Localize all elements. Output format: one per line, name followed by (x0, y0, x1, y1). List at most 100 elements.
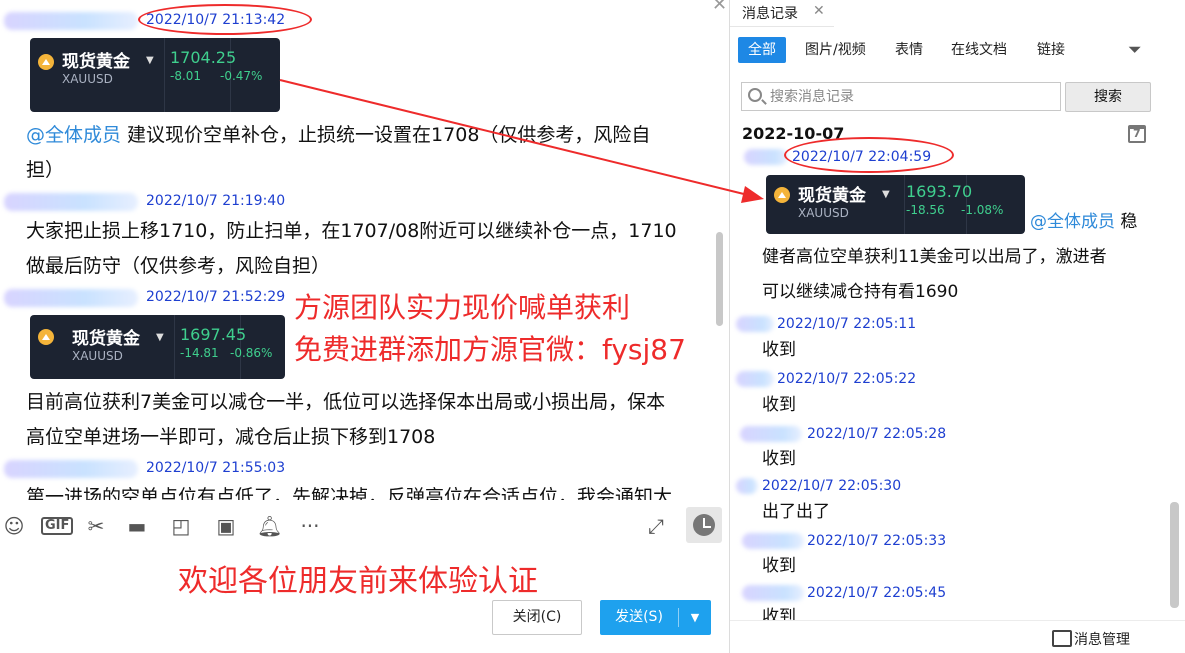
clock-icon (693, 514, 715, 536)
sender-name-blurred (4, 193, 138, 211)
message-timestamp: 2022/10/7 22:05:45 (807, 585, 947, 601)
dropdown-triangle-icon: ▼ (882, 189, 890, 200)
message-text: 目前高位获利7美金可以减仓一半，低位可以选择保本出局或小损出局，保本 (26, 391, 666, 413)
tab-message-history[interactable]: 消息记录 (742, 3, 798, 23)
sender-name-blurred (4, 12, 138, 30)
sender-name-blurred (736, 371, 774, 387)
more-icon[interactable]: ··· (296, 514, 324, 538)
message-text: 第一进场的空单点位有点低了，先解决掉，反弹高位在合适点位，我会通知大 (26, 486, 673, 500)
sender-name-blurred (4, 289, 138, 307)
quote-code: XAUUSD (62, 72, 113, 86)
quote-change-pct: -1.08% (961, 203, 1004, 217)
message-management-button[interactable]: 消息管理 (1052, 629, 1130, 649)
search-input[interactable] (770, 85, 1056, 108)
message-text: @全体成员 稳 (1030, 212, 1138, 232)
message-list[interactable]: 2022/10/7 21:13:42 现货黄金 ▼ 1704.25 XAUUSD… (0, 0, 728, 500)
message-timestamp: 2022/10/7 22:05:28 (807, 426, 947, 442)
filter-stickers[interactable]: 表情 (895, 37, 923, 63)
mention-all[interactable]: @全体成员 (26, 124, 121, 146)
quote-change: -18.56 (906, 203, 945, 217)
message-text: 高位空单进场一半即可，减仓后止损下移到1708 (26, 426, 436, 448)
history-clock-button[interactable] (686, 507, 722, 543)
chevron-down-icon[interactable]: ▼ (683, 600, 707, 635)
sender-name-blurred (736, 316, 774, 332)
dropdown-triangle-icon: ▼ (146, 55, 154, 66)
message-timestamp: 2022/10/7 22:05:30 (762, 478, 902, 494)
quote-code: XAUUSD (72, 349, 123, 363)
message-text: 出了出了 (762, 502, 830, 522)
scrollbar-thumb[interactable] (716, 232, 723, 326)
gold-coin-icon (38, 329, 54, 345)
quote-price: 1704.25 (170, 48, 237, 67)
message-text: 可以继续减仓持有看1690 (762, 282, 959, 302)
message-text: 收到 (762, 556, 796, 576)
dropdown-triangle-icon: ▼ (156, 332, 164, 343)
send-label: 发送(S) (615, 609, 663, 625)
send-button[interactable]: 发送(S) ▼ (600, 600, 711, 635)
gold-quote-card[interactable]: 现货黄金 ▼ 1693.70 XAUUSD -18.56 -1.08% (766, 175, 1025, 234)
sender-name-blurred (4, 460, 138, 478)
chat-pane: ✕ 2022/10/7 21:13:42 现货黄金 ▼ 1704.25 XAUU… (0, 0, 728, 653)
input-toolbar (0, 500, 728, 552)
search-button[interactable]: 搜索 (1065, 82, 1151, 112)
quote-price: 1693.70 (906, 182, 973, 201)
filter-links[interactable]: 链接 (1037, 37, 1065, 63)
message-timestamp: 2022/10/7 22:05:11 (777, 316, 917, 332)
sender-name-blurred (736, 478, 758, 494)
screenshot-icon[interactable]: ◰ (170, 514, 192, 538)
message-timestamp: 2022/10/7 21:52:29 (146, 289, 286, 305)
message-text: 收到 (762, 395, 796, 415)
bell-icon[interactable]: 🔔︎ (257, 514, 282, 538)
quote-change: -14.81 (180, 346, 219, 360)
image-icon[interactable]: ▣ (214, 514, 238, 538)
scrollbar-thumb[interactable] (1170, 502, 1179, 608)
search-input-box[interactable] (741, 82, 1061, 111)
folder-icon[interactable]: ▬ (125, 514, 149, 538)
message-text: 做最后防守（仅供参考，风险自担） (26, 255, 331, 277)
welcome-banner: 欢迎各位朋友前来体验认证 (178, 564, 538, 599)
message-text: 健者高位空单获利11美金可以出局了，激进者 (762, 247, 1107, 267)
highlight-oval (138, 4, 312, 35)
filter-docs[interactable]: 在线文档 (951, 37, 1007, 63)
sender-name-blurred (740, 426, 802, 442)
quote-name: 现货黄金 (62, 52, 130, 72)
sender-name-blurred (744, 149, 788, 165)
quote-change-pct: -0.86% (230, 346, 273, 360)
message-timestamp: 2022/10/7 21:19:40 (146, 193, 286, 209)
history-footer: 消息管理 (730, 620, 1185, 653)
gif-icon[interactable]: GIF (41, 517, 74, 535)
filter-funnel-icon[interactable]: ⏷ (1128, 40, 1142, 60)
filter-media[interactable]: 图片/视频 (805, 37, 866, 63)
message-text: 担） (26, 159, 65, 181)
quote-name: 现货黄金 (72, 329, 140, 349)
message-timestamp: 2022/10/7 22:05:22 (777, 371, 917, 387)
quote-change-pct: -0.47% (220, 69, 263, 83)
expand-icon[interactable]: ⤢ (644, 514, 668, 538)
promo-line: 免费进群添加方源官微：fysj87 (294, 333, 686, 366)
filter-all[interactable]: 全部 (738, 37, 786, 63)
scissors-icon[interactable]: ✂ (84, 514, 108, 538)
quote-change: -8.01 (170, 69, 202, 83)
quote-price: 1697.45 (180, 325, 247, 344)
sender-name-blurred (742, 585, 804, 601)
quote-code: XAUUSD (798, 206, 849, 220)
promo-line: 方源团队实力现价喊单获利 (294, 291, 631, 324)
gold-coin-icon (38, 54, 54, 70)
message-text: 收到 (762, 340, 796, 360)
history-pane: 消息记录 ✕ 全部 图片/视频 表情 在线文档 链接 ⏷ 搜索 2022-10-… (729, 0, 1185, 653)
message-timestamp: 2022/10/7 22:05:33 (807, 533, 947, 549)
search-icon (748, 88, 762, 102)
calendar-icon[interactable] (1128, 125, 1146, 143)
close-icon[interactable]: ✕ (813, 3, 825, 19)
message-text: 大家把止损上移1710，防止扫单，在1707/08附近可以继续补仓一点，1710 (26, 220, 677, 242)
highlight-oval (784, 137, 954, 173)
gold-quote-card[interactable]: 现货黄金 ▼ 1704.25 XAUUSD -8.01 -0.47% (30, 38, 280, 112)
message-text: @全体成员 建议现价空单补仓，止损统一设置在1708（仅供参考，风险自 (26, 124, 651, 146)
message-text: 收到 (762, 449, 796, 469)
gold-quote-card[interactable]: 现货黄金 ▼ 1697.45 XAUUSD -14.81 -0.86% (30, 315, 285, 379)
close-button[interactable]: 关闭(C) (492, 600, 582, 635)
message-timestamp: 2022/10/7 21:55:03 (146, 460, 286, 476)
emoji-icon[interactable]: ☺ (2, 514, 26, 538)
mention-all[interactable]: @全体成员 (1030, 212, 1115, 232)
sender-name-blurred (742, 533, 804, 549)
